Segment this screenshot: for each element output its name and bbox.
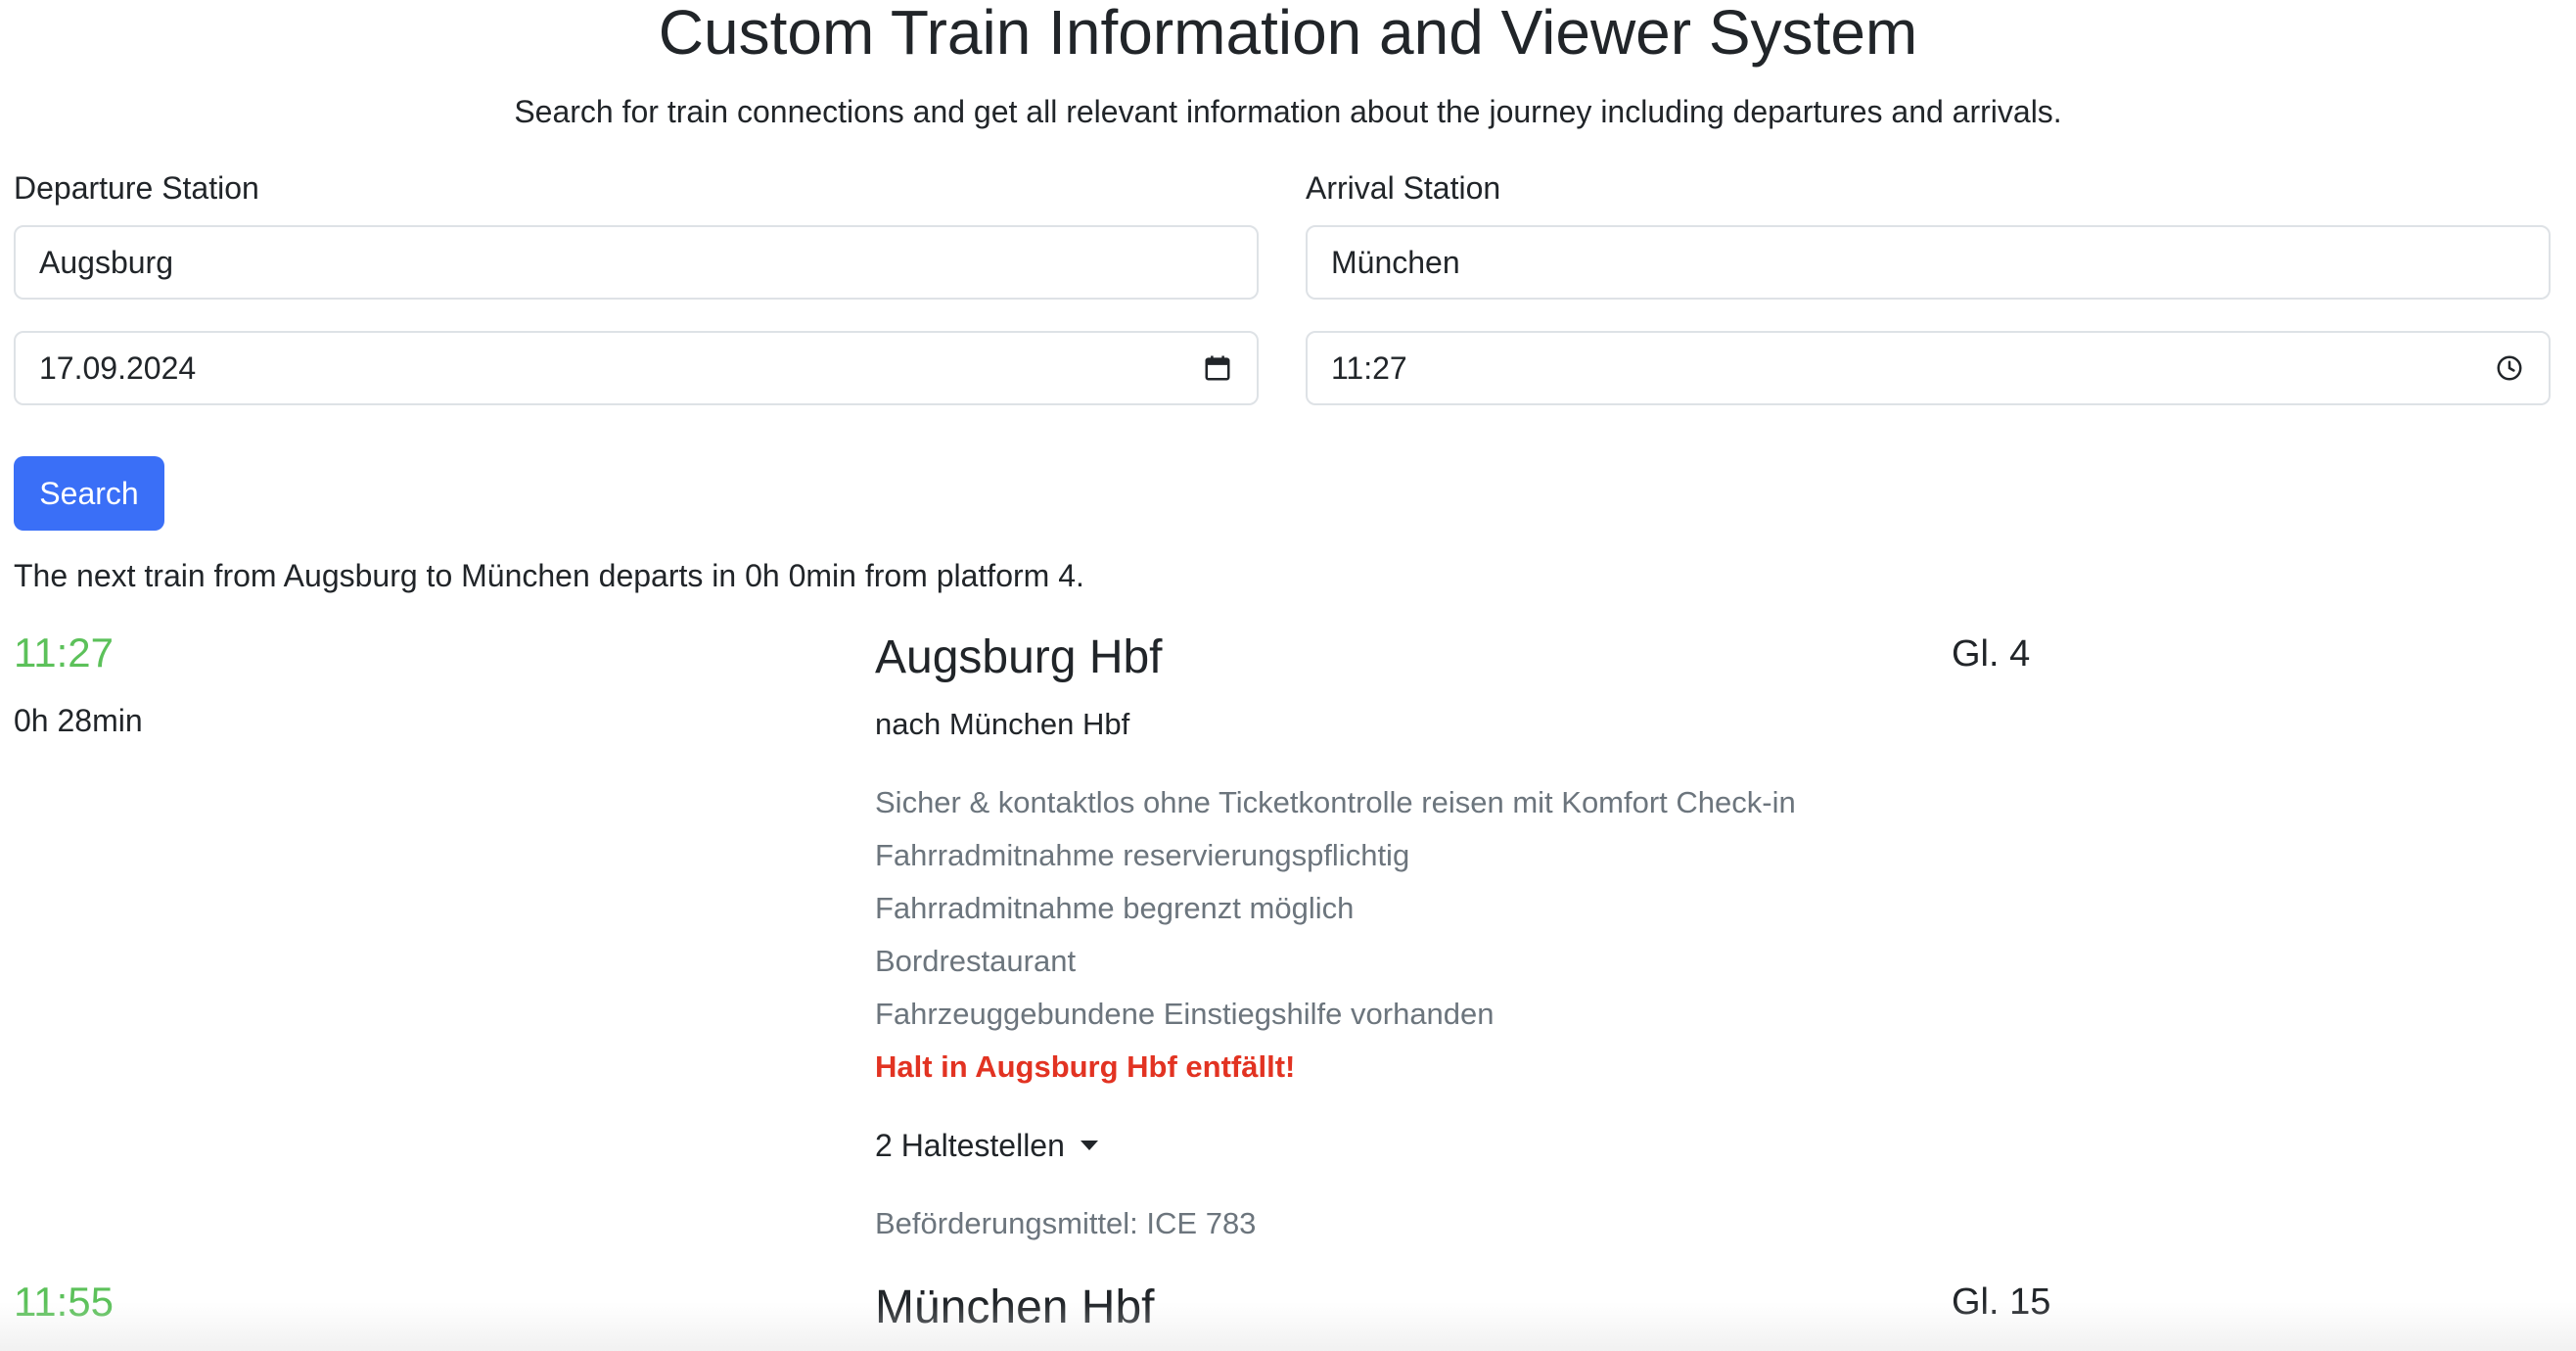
departure-station-input[interactable] [39, 244, 1233, 281]
departure-station-name: Augsburg Hbf [875, 631, 1163, 683]
search-button[interactable]: Search [14, 456, 164, 531]
bottom-fade [0, 1302, 2576, 1351]
journey-note: Fahrradmitnahme begrenzt möglich [875, 891, 1355, 925]
page-subtitle: Search for train connections and get all… [514, 94, 2062, 129]
page-title: Custom Train Information and Viewer Syst… [658, 0, 1918, 68]
departure-platform: Gl. 4 [1952, 633, 2031, 675]
departure-station-field[interactable] [14, 225, 1259, 300]
arrival-station-label: Arrival Station [1306, 170, 1501, 206]
journey-note: Fahrradmitnahme reservierungspflichtig [875, 838, 1410, 872]
arrival-station-field[interactable] [1306, 225, 2551, 300]
cancellation-warning: Halt in Augsburg Hbf entfällt! [875, 1049, 1296, 1084]
caret-down-icon [1080, 1141, 1098, 1150]
journey-note: Sicher & kontaktlos ohne Ticketkontrolle… [875, 785, 1796, 819]
calendar-icon[interactable] [1202, 352, 1233, 384]
clock-icon[interactable] [2494, 352, 2525, 384]
time-field[interactable]: 11:27 [1306, 331, 2551, 405]
journey-note: Fahrzeuggebundene Einstiegshilfe vorhand… [875, 997, 1495, 1031]
journey-duration: 0h 28min [14, 703, 143, 738]
stops-count-label: 2 Haltestellen [875, 1128, 1065, 1163]
stops-dropdown-toggle[interactable]: 2 Haltestellen [875, 1126, 1098, 1165]
time-value: 11:27 [1331, 349, 1407, 386]
departure-time: 11:27 [14, 629, 114, 676]
arrival-platform: Gl. 15 [1952, 1281, 2051, 1323]
train-direction: nach München Hbf [875, 707, 1130, 741]
journey-note: Bordrestaurant [875, 944, 1077, 978]
arrival-time: 11:55 [14, 1279, 114, 1325]
arrival-station-name: München Hbf [875, 1281, 1155, 1333]
departure-station-label: Departure Station [14, 170, 259, 206]
date-field[interactable]: 17.09.2024 [14, 331, 1259, 405]
date-value: 17.09.2024 [39, 349, 197, 386]
page: Custom Train Information and Viewer Syst… [0, 0, 2576, 1351]
arrival-station-input[interactable] [1331, 244, 2525, 281]
transport-info: Beförderungsmittel: ICE 783 [875, 1206, 1257, 1240]
next-train-summary: The next train from Augsburg to München … [14, 558, 1084, 593]
